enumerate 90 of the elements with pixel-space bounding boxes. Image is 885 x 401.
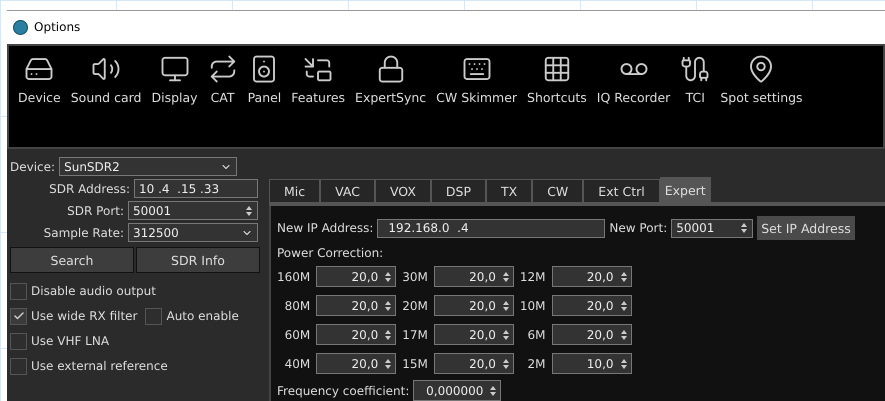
toolbar-item[interactable]: CW Skimmer	[431, 54, 522, 147]
band-label: 80M	[284, 298, 310, 312]
spinner-arrows-icon[interactable]	[489, 384, 498, 396]
toolbar-item[interactable]: Panel	[242, 54, 286, 147]
tab[interactable]: Mic	[269, 179, 320, 202]
spin-field[interactable]: 20,0	[316, 295, 396, 316]
checkbox-label: Disable audio output	[31, 284, 156, 298]
checkbox[interactable]	[10, 332, 27, 350]
checkbox[interactable]	[10, 308, 27, 324]
spin-field[interactable]: 20,0	[552, 295, 632, 316]
toolbar-item[interactable]: CAT	[202, 54, 243, 147]
field-label: Device:	[10, 160, 56, 174]
checkbox[interactable]	[10, 282, 27, 300]
ip-address-field[interactable]: 192.168.0 .4	[377, 218, 606, 238]
band-label: 2M	[526, 356, 546, 370]
band-label: 6M	[526, 328, 546, 342]
spin-field[interactable]: 0,000000	[413, 380, 502, 401]
spinner-arrows-icon[interactable]	[384, 300, 392, 312]
spinner-arrows-icon[interactable]	[620, 328, 628, 340]
band-label: 17M	[402, 328, 428, 342]
spinner-arrows-icon[interactable]	[620, 300, 628, 312]
spinner-arrows-icon[interactable]	[740, 222, 748, 234]
spinner-arrows-icon[interactable]	[620, 270, 628, 282]
checkbox[interactable]	[10, 358, 27, 374]
spin-field[interactable]: 20,0	[552, 266, 632, 287]
spinner-arrows-icon[interactable]	[384, 270, 392, 282]
toolbar-item[interactable]: IQ Recorder	[592, 54, 676, 147]
toolbar-item[interactable]: Spot settings	[715, 54, 808, 147]
tab[interactable]: VAC	[320, 179, 375, 202]
spinner-arrows-icon[interactable]	[502, 300, 510, 312]
spin-field[interactable]: 20,0	[316, 353, 396, 374]
toolbar-item[interactable]: Display	[146, 54, 203, 147]
field-label: New IP Address:	[277, 221, 374, 235]
tab[interactable]: VOX	[374, 179, 431, 202]
section-label: Power Correction:	[277, 246, 384, 260]
spin-field[interactable]: 20,0	[316, 324, 396, 345]
band-label: 60M	[284, 328, 310, 342]
checkbox-label: Use external reference	[31, 359, 168, 373]
check-icon	[12, 310, 24, 322]
input-field[interactable]: 10 .4 .15 .33	[134, 179, 258, 198]
band-label: 10M	[520, 298, 546, 312]
toolbar-item[interactable]: Device	[13, 54, 66, 147]
spin-field[interactable]: 50001	[128, 201, 258, 220]
checkbox-label: Use VHF LNA	[31, 334, 110, 348]
tab[interactable]: DSP	[430, 179, 486, 202]
band-label: 12M	[520, 270, 546, 284]
toolbar-item[interactable]: TCI	[675, 54, 716, 147]
field-label: New Port:	[609, 221, 668, 235]
tab[interactable]: CW	[532, 179, 584, 202]
spinner-arrows-icon[interactable]	[384, 358, 392, 370]
toolbar-item[interactable]: Features	[286, 54, 350, 147]
band-label: 20M	[402, 298, 428, 312]
action-button[interactable]: SDR Info	[136, 247, 260, 273]
field-label: Sample Rate:	[44, 226, 124, 240]
device-select[interactable]: SunSDR2	[59, 157, 238, 176]
spin-field[interactable]: 20,0	[552, 324, 632, 345]
spin-field[interactable]: 20,0	[434, 324, 514, 345]
field-label: Frequency coefficient:	[277, 384, 410, 398]
band-label: 160M	[277, 270, 310, 284]
app-logo-icon	[13, 20, 28, 35]
toolbar-item[interactable]: Shortcuts	[522, 54, 592, 147]
band-label: 30M	[402, 270, 428, 284]
select-field[interactable]: 312500	[128, 223, 258, 242]
field-label: SDR Address:	[49, 182, 130, 196]
checkbox-label: Use wide RX filter	[31, 309, 138, 323]
band-label: 40M	[284, 356, 310, 370]
checkbox-label: Auto enable	[166, 309, 239, 323]
spin-field[interactable]: 20,0	[434, 295, 514, 316]
tab[interactable]: Expert	[660, 177, 711, 202]
toolbar-item[interactable]: Sound card	[66, 54, 146, 147]
field-label: SDR Port:	[67, 204, 124, 218]
checkbox[interactable]	[145, 308, 162, 324]
spinner-arrows-icon[interactable]	[502, 270, 510, 282]
spinner-arrows-icon[interactable]	[502, 328, 510, 340]
spinner-arrows-icon[interactable]	[502, 358, 510, 370]
tab[interactable]: Ext Ctrl	[583, 179, 660, 202]
tab[interactable]: TX	[486, 179, 532, 202]
spinner-arrows-icon[interactable]	[620, 358, 628, 370]
band-label: 15M	[402, 356, 428, 370]
spin-field[interactable]: 50001	[671, 218, 754, 238]
set-ip-button[interactable]: Set IP Address	[757, 216, 855, 240]
spin-field[interactable]: 20,0	[434, 266, 514, 287]
spin-field[interactable]: 20,0	[316, 266, 396, 287]
spinner-arrows-icon[interactable]	[384, 328, 392, 340]
spin-field[interactable]: 10,0	[552, 353, 632, 374]
spinner-arrows-icon[interactable]	[245, 204, 253, 216]
spin-field[interactable]: 20,0	[434, 353, 514, 374]
window-title: Options	[34, 20, 80, 34]
toolbar-item[interactable]: ExpertSync	[350, 54, 432, 147]
action-button[interactable]: Search	[10, 247, 134, 273]
